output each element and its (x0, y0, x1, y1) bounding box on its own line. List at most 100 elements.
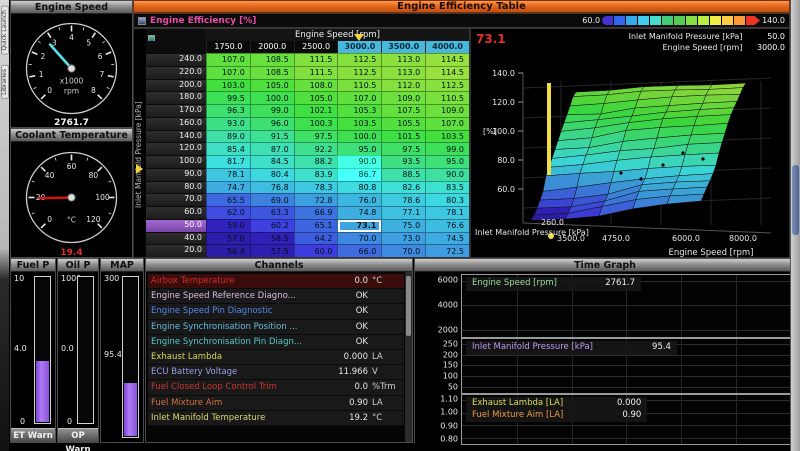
time-graph-plot[interactable]: Engine Speed [rpm]2761.7 (461, 274, 793, 338)
table-cell[interactable]: 93.0 (206, 117, 250, 130)
table-cell[interactable]: 100.0 (337, 130, 381, 143)
table-cell[interactable]: 90.0 (425, 168, 469, 181)
time-graph-plot[interactable]: Inlet Manifold Pressure [kPa]95.4 (461, 338, 793, 394)
table-cell[interactable]: 82.6 (381, 181, 425, 194)
table-cell[interactable]: 64.2 (294, 232, 338, 245)
table-cell[interactable]: 85.4 (206, 142, 250, 155)
table-cell[interactable]: 60.0 (294, 244, 338, 257)
right-scrollbar[interactable] (790, 0, 800, 451)
table-cell[interactable]: 78.1 (206, 168, 250, 181)
table-cell[interactable]: 111.5 (294, 53, 338, 66)
table-cell[interactable]: 105.5 (381, 117, 425, 130)
table-cell[interactable]: 114.5 (425, 66, 469, 79)
table-cell[interactable]: 73.1 (337, 219, 381, 232)
table-cell[interactable]: 114.5 (425, 53, 469, 66)
table-cell[interactable]: 73.0 (381, 232, 425, 245)
table-cell[interactable]: 109.0 (425, 104, 469, 117)
table-cell[interactable]: 107.0 (337, 91, 381, 104)
row-header[interactable]: 240.0 (146, 53, 206, 66)
channel-row[interactable]: Airbox Temperature0.0°C (148, 274, 404, 289)
warn-button[interactable]: ET Warn (11, 428, 55, 442)
panel-icon[interactable] (138, 17, 146, 25)
table-cell[interactable]: 77.1 (381, 206, 425, 219)
table-cell[interactable]: 88.2 (294, 155, 338, 168)
channel-row[interactable]: Engine Speed Reference Diagno...OK (148, 289, 404, 304)
table-cell[interactable]: 87.0 (250, 142, 294, 155)
table-cell[interactable]: 57.0 (206, 232, 250, 245)
table-cell[interactable]: 103.5 (425, 130, 469, 143)
column-header[interactable]: 3500.0 (381, 41, 425, 53)
column-header[interactable]: 1750.0 (206, 41, 250, 53)
row-header[interactable]: 50.0 (146, 219, 206, 232)
table-cell[interactable]: 70.0 (381, 244, 425, 257)
table-cell[interactable]: 111.5 (294, 66, 338, 79)
table-cell[interactable]: 95.0 (425, 155, 469, 168)
table-cell[interactable]: 65.5 (206, 193, 250, 206)
sidebar-tab-libraries[interactable]: Libraries (1, 65, 9, 99)
table-cell[interactable]: 103.0 (206, 79, 250, 92)
table-cell[interactable]: 93.5 (381, 155, 425, 168)
table-cell[interactable]: 110.5 (337, 79, 381, 92)
row-header[interactable]: 70.0 (146, 193, 206, 206)
table-cell[interactable]: 105.3 (337, 104, 381, 117)
table-cell[interactable]: 65.1 (294, 219, 338, 232)
table-cell[interactable]: 60.2 (250, 219, 294, 232)
table-cell[interactable]: 100.3 (294, 117, 338, 130)
table-cell[interactable]: 97.5 (381, 142, 425, 155)
table-cell[interactable]: 78.3 (294, 181, 338, 194)
table-cell[interactable]: 74.5 (425, 232, 469, 245)
table-cell[interactable]: 74.7 (206, 181, 250, 194)
table-cell[interactable]: 112.0 (381, 79, 425, 92)
table-cell[interactable]: 66.0 (337, 244, 381, 257)
table-cell[interactable]: 107.5 (381, 104, 425, 117)
column-header[interactable]: 2500.0 (294, 41, 338, 53)
table-cell[interactable]: 63.3 (250, 206, 294, 219)
table-cell[interactable]: 108.5 (250, 53, 294, 66)
table-cell[interactable]: 99.5 (206, 91, 250, 104)
table-cell[interactable]: 90.0 (337, 155, 381, 168)
channel-row[interactable]: Engine Synchronisation Pin Diagn...OK (148, 335, 404, 350)
row-header[interactable]: 220.0 (146, 66, 206, 79)
table-cell[interactable]: 74.8 (337, 206, 381, 219)
table-cell[interactable]: 56.4 (206, 244, 250, 257)
table-cell[interactable]: 113.0 (381, 66, 425, 79)
column-header[interactable]: 3000.0 (337, 41, 381, 53)
table-cell[interactable]: 80.3 (425, 193, 469, 206)
table-cell[interactable]: 81.7 (206, 155, 250, 168)
table-cell[interactable]: 101.5 (381, 130, 425, 143)
table-cell[interactable]: 72.8 (294, 193, 338, 206)
channel-row[interactable]: ECU Battery Voltage11.966V (148, 365, 404, 380)
table-cell[interactable]: 89.0 (206, 130, 250, 143)
channel-row[interactable]: Exhaust Lambda0.000LA (148, 350, 404, 365)
table-cell[interactable]: 96.3 (206, 104, 250, 117)
table-cell[interactable]: 58.5 (250, 232, 294, 245)
table-cell[interactable]: 99.0 (425, 142, 469, 155)
table-cell[interactable]: 88.5 (381, 168, 425, 181)
table-cell[interactable]: 112.5 (337, 53, 381, 66)
table-cell[interactable]: 70.0 (337, 232, 381, 245)
time-graph-plot[interactable]: Exhaust Lambda [LA]0.000Fuel Mixture Aim… (461, 394, 793, 445)
table-cell[interactable]: 100.0 (250, 91, 294, 104)
table-cell[interactable]: 112.5 (425, 79, 469, 92)
table-cell[interactable]: 62.0 (206, 206, 250, 219)
table-cell[interactable]: 76.8 (250, 181, 294, 194)
channel-row[interactable]: Engine Synchronisation Position ...OK (148, 320, 404, 335)
table-cell[interactable]: 86.7 (337, 168, 381, 181)
table-cell[interactable]: 110.5 (425, 91, 469, 104)
table-cell[interactable]: 96.0 (250, 117, 294, 130)
table-cell[interactable]: 109.0 (381, 91, 425, 104)
row-header[interactable]: 100.0 (146, 155, 206, 168)
table-cell[interactable]: 83.5 (425, 181, 469, 194)
column-header[interactable]: 2000.0 (250, 41, 294, 53)
table-cell[interactable]: 72.5 (425, 244, 469, 257)
row-header[interactable]: 200.0 (146, 79, 206, 92)
row-header[interactable]: 80.0 (146, 181, 206, 194)
row-header[interactable]: 60.0 (146, 206, 206, 219)
table-cell[interactable]: 76.6 (425, 219, 469, 232)
row-header[interactable]: 40.0 (146, 232, 206, 245)
table-cell[interactable]: 112.5 (337, 66, 381, 79)
row-header[interactable]: 180.0 (146, 91, 206, 104)
row-header[interactable]: 120.0 (146, 142, 206, 155)
table-cell[interactable]: 107.0 (425, 117, 469, 130)
surface-3d-plot[interactable]: 140.0120.0100.080.060.0[%]3500.04750.060… (471, 53, 789, 257)
